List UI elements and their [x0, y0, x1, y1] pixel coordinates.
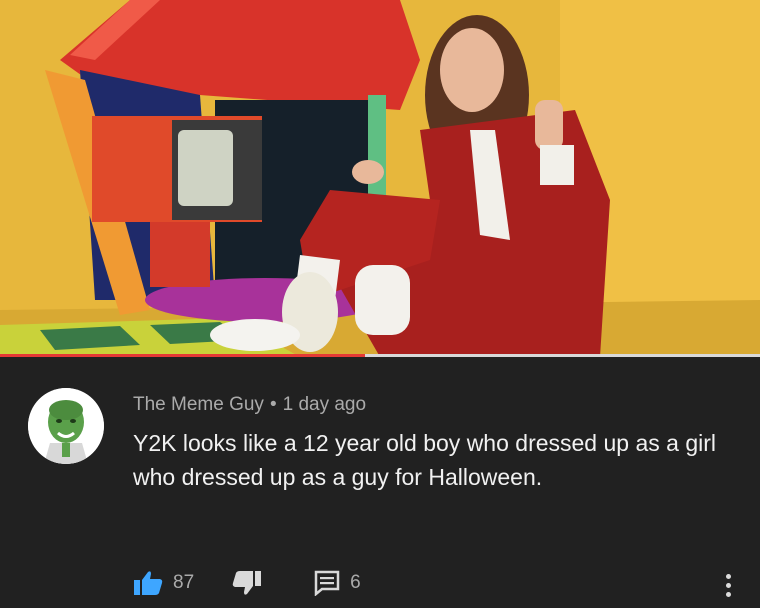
video-progress-fill	[0, 354, 365, 357]
reply-button[interactable]: 6	[314, 570, 361, 596]
meta-separator: •	[269, 394, 277, 415]
comment-text: Y2K looks like a 12 year old boy who dre…	[133, 430, 716, 490]
comment: The Meme Guy • 1 day ago Y2K looks like a …	[0, 358, 760, 608]
video-progress-bar[interactable]	[0, 354, 760, 357]
dislike-button[interactable]	[232, 570, 262, 596]
comment-meta: The Meme Guy • 1 day ago	[133, 394, 366, 416]
comment-actions: 87 6	[133, 568, 361, 598]
comment-author[interactable]: The Meme Guy	[133, 394, 264, 415]
more-vertical-icon[interactable]	[718, 570, 738, 600]
like-count: 87	[173, 572, 195, 593]
comment-timestamp[interactable]: 1 day ago	[283, 394, 366, 415]
like-button[interactable]: 87	[133, 570, 194, 596]
thumbs-down-icon	[232, 570, 262, 596]
video-thumbnail[interactable]	[0, 0, 760, 357]
thumbs-up-icon	[133, 570, 163, 596]
reply-count: 6	[350, 572, 361, 593]
comment-icon	[314, 570, 340, 596]
avatar[interactable]	[28, 388, 104, 464]
